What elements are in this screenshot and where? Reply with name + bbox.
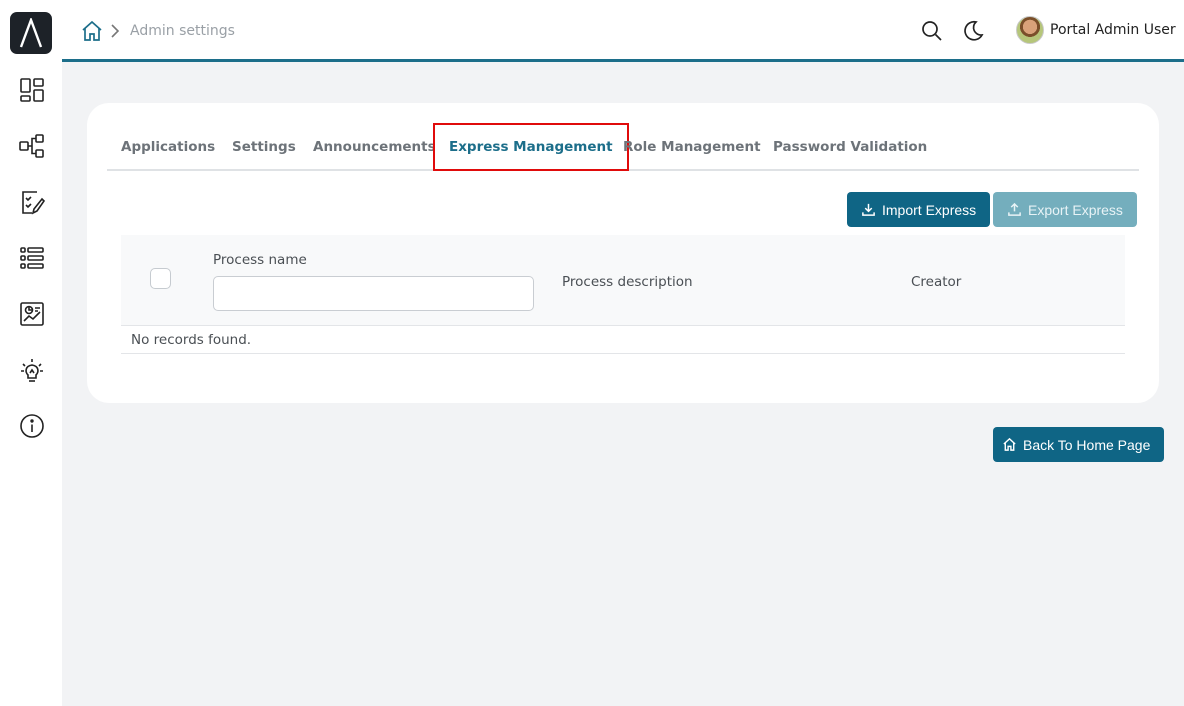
user-name: Portal Admin User <box>1050 22 1176 38</box>
tab-bar: Applications Settings Announcements Expr… <box>107 123 1139 171</box>
tab-applications[interactable]: Applications <box>121 123 215 171</box>
column-process-description: Process description <box>562 274 693 290</box>
tab-express-management[interactable]: Express Management <box>433 123 629 171</box>
empty-message: No records found. <box>121 326 1125 354</box>
info-icon[interactable] <box>17 411 47 441</box>
import-express-label: Import Express <box>882 201 977 218</box>
tab-role-management[interactable]: Role Management <box>623 123 761 171</box>
task-icon[interactable] <box>17 187 47 217</box>
chevron-right-icon <box>109 22 121 40</box>
process-icon[interactable] <box>17 131 47 161</box>
dashboard-icon[interactable] <box>17 75 47 105</box>
admin-settings-card: Applications Settings Announcements Expr… <box>87 103 1159 403</box>
select-all-checkbox[interactable] <box>150 268 171 289</box>
search-icon[interactable] <box>920 19 944 43</box>
lightbulb-icon[interactable] <box>17 355 47 385</box>
upload-icon <box>1008 202 1021 216</box>
table-header: Process name Process description Creator <box>121 235 1125 326</box>
sidebar <box>0 0 62 706</box>
breadcrumb: Admin settings <box>130 23 235 39</box>
process-name-filter-input[interactable] <box>213 276 534 311</box>
list-icon[interactable] <box>17 243 47 273</box>
tab-password-validation[interactable]: Password Validation <box>773 123 927 171</box>
column-creator: Creator <box>911 274 962 290</box>
moon-icon[interactable] <box>961 19 985 43</box>
export-express-button[interactable]: Export Express <box>993 192 1137 227</box>
tab-settings[interactable]: Settings <box>232 123 296 171</box>
back-to-home-label: Back To Home Page <box>1023 436 1151 453</box>
import-express-button[interactable]: Import Express <box>847 192 991 227</box>
delta-logo-icon[interactable] <box>10 12 52 54</box>
home-icon[interactable] <box>80 19 104 43</box>
top-header: Admin settings Portal Admin User <box>62 0 1184 62</box>
user-menu[interactable]: Portal Admin User <box>1016 15 1176 45</box>
back-to-home-button[interactable]: Back To Home Page <box>993 427 1165 462</box>
avatar <box>1016 16 1044 44</box>
tab-announcements[interactable]: Announcements <box>313 123 436 171</box>
statistics-icon[interactable] <box>17 299 47 329</box>
export-express-label: Export Express <box>1028 201 1123 218</box>
home-icon <box>1003 437 1016 451</box>
column-process-name: Process name <box>213 252 307 268</box>
download-icon <box>862 203 875 216</box>
